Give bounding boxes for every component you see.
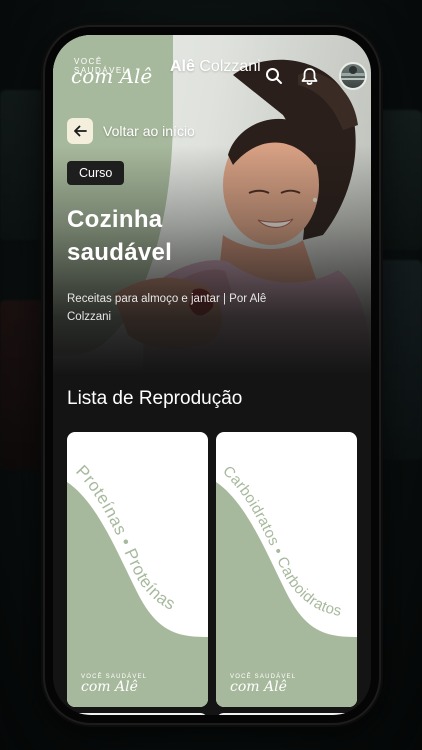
brand-name: Alê Colzzani <box>170 58 261 76</box>
playlist-title: Lista de Reprodução <box>67 388 243 409</box>
card-logo: VOCÊ SAUDÁVEL com Alê <box>230 674 296 695</box>
brand-first-name: Alê <box>170 58 195 75</box>
card-logo: VOCÊ SAUDÁVEL com Alê <box>81 674 147 695</box>
bell-icon[interactable] <box>298 65 320 87</box>
course-subtitle: Receitas para almoço e jantar | Por Alê … <box>67 293 267 323</box>
playlist-card-proteinas[interactable]: Proteínas • Proteínas VOCÊ SAUDÁVEL com … <box>67 432 208 707</box>
playlist-card-carboidratos[interactable]: Carboidratos • Carboidratos VOCÊ SAUDÁVE… <box>216 432 357 707</box>
app-screen: VOCÊ SAUDÁVEL com Alê Alê Colzzani Volta… <box>53 35 371 715</box>
avatar[interactable] <box>339 62 367 90</box>
back-to-home-button[interactable]: Voltar ao início <box>67 118 195 144</box>
course-type-badge: Curso <box>67 161 125 185</box>
playlist-card-next[interactable] <box>216 713 357 715</box>
card-logo-script: com Alê <box>230 679 287 695</box>
playlist-card-next[interactable] <box>67 713 208 715</box>
app-logo[interactable]: VOCÊ SAUDÁVEL com Alê <box>71 57 161 89</box>
logo-script: com Alê <box>71 64 153 88</box>
phone-frame: VOCÊ SAUDÁVEL com Alê Alê Colzzani Volta… <box>45 27 379 723</box>
card-artwork: Carboidratos • Carboidratos <box>216 463 357 707</box>
course-title: Cozinha saudável <box>67 206 173 266</box>
back-label: Voltar ao início <box>103 123 195 139</box>
arrow-left-icon <box>67 118 93 144</box>
brand-last-name: Colzzani <box>199 58 261 75</box>
card-artwork: Proteínas • Proteínas <box>67 461 208 707</box>
card-logo-script: com Alê <box>81 679 138 695</box>
search-icon[interactable] <box>263 65 285 87</box>
